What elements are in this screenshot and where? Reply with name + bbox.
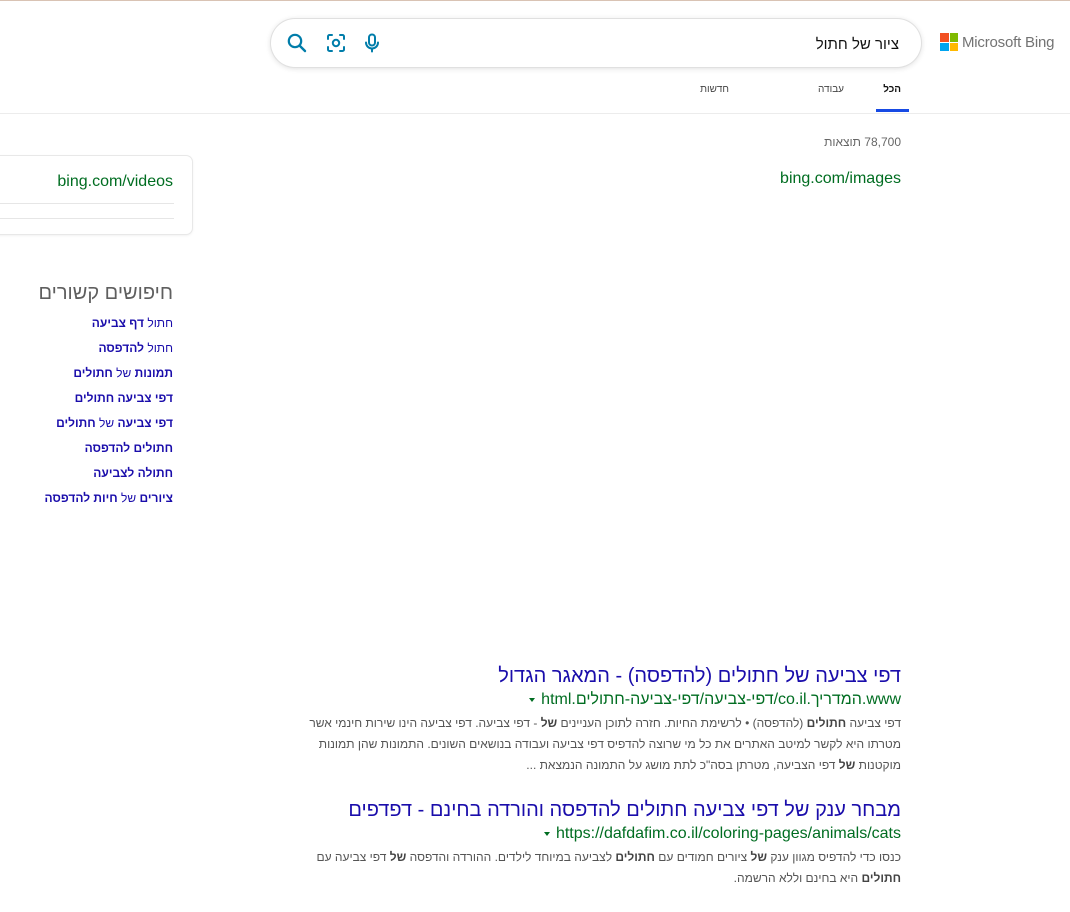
- text-segment: של: [117, 491, 140, 505]
- microphone-icon[interactable]: [360, 31, 384, 55]
- microsoft-logo-icon: [940, 33, 958, 51]
- text-segment: - דפי צביעה. דפי צביעה הינו שירות חינמי …: [309, 716, 541, 730]
- search-icon[interactable]: [285, 31, 309, 55]
- card-divider: [0, 203, 174, 204]
- active-tab-indicator: [876, 109, 909, 112]
- related-search-link[interactable]: חתולים להדפסה: [38, 440, 173, 465]
- related-search-link[interactable]: תמונות של חתולים: [38, 365, 173, 390]
- snippet-line: כנסו כדי להדפיס מגוון ענק של ציורים חמוד…: [316, 847, 901, 868]
- tab-all[interactable]: הכל: [883, 84, 901, 95]
- search-result: דפי צביעה של חתולים (להדפסה) - המאגר הגד…: [309, 663, 901, 776]
- text-segment: של: [112, 366, 135, 380]
- result-url: www.המדריך.co.il/דפי-צביעה/דפי-צביעה-חתו…: [309, 689, 901, 711]
- result-snippet: דפי צביעה חתולים (להדפסה) • לרשימת החיות…: [309, 713, 901, 776]
- highlighted-term: ציורים: [139, 491, 174, 505]
- snippet-line: חתולים היא בחינם וללא הרשמה.: [316, 868, 901, 889]
- caret-down-icon[interactable]: [529, 698, 536, 702]
- logo-text: Microsoft Bing: [962, 33, 1055, 51]
- related-search-link[interactable]: חתול להדפסה: [38, 340, 173, 365]
- highlighted-term: חתולים להדפסה: [84, 441, 173, 455]
- related-searches: חיפושים קשורים חתול דף צביעה חתול להדפסה ת…: [38, 282, 173, 515]
- highlighted-term: של: [389, 850, 407, 864]
- visual-search-icon[interactable]: [324, 31, 348, 55]
- result-url-text[interactable]: https://dafdafim.co.il/coloring-pages/an…: [556, 823, 901, 845]
- caret-down-icon[interactable]: [543, 832, 550, 836]
- highlighted-term: דפי צביעה: [117, 416, 173, 430]
- highlighted-term: דף צביעה: [91, 316, 144, 330]
- text-segment: חתול: [144, 316, 173, 330]
- images-link[interactable]: bing.com/images: [780, 170, 901, 188]
- search-input[interactable]: [427, 31, 901, 57]
- search-result: מבחר ענק של דפי צביעה חתולים להדפסה והור…: [316, 797, 901, 889]
- highlighted-term: תמונות: [134, 366, 173, 380]
- text-segment: דפי הצביעה, מטרתן בסה"כ לתת מושג על התמו…: [526, 758, 839, 772]
- snippet-line: דפי צביעה חתולים (להדפסה) • לרשימת החיות…: [309, 713, 901, 734]
- related-search-link[interactable]: ציורים של חיות להדפסה: [38, 490, 173, 515]
- highlighted-term: חתולים: [806, 716, 847, 730]
- tab-news[interactable]: חדשות: [700, 84, 729, 95]
- text-segment: (להדפסה) • לרשימת החיות. חזרה לתוכן העני…: [557, 716, 807, 730]
- highlighted-term: דפי צביעה חתולים: [74, 391, 173, 405]
- videos-link[interactable]: bing.com/videos: [57, 173, 173, 191]
- related-searches-title: חיפושים קשורים: [38, 282, 173, 304]
- related-search-link[interactable]: דפי צביעה חתולים: [38, 390, 173, 415]
- text-segment: ציורים חמודים עם: [654, 850, 751, 864]
- videos-card: bing.com/videos: [0, 156, 192, 234]
- result-count: 78,700 תוצאות: [824, 135, 901, 149]
- bing-logo[interactable]: Microsoft Bing: [940, 33, 1054, 51]
- highlighted-term: חתולים: [615, 850, 655, 864]
- highlighted-term: חתולים: [56, 416, 96, 430]
- highlighted-term: חתולים: [861, 871, 901, 885]
- text-segment: של: [95, 416, 118, 430]
- text-segment: דפי צביעה: [846, 716, 902, 730]
- highlighted-term: להדפסה: [98, 341, 144, 355]
- text-segment: מוקטנות: [855, 758, 901, 772]
- tab-work[interactable]: עבודה: [818, 84, 844, 95]
- related-search-link[interactable]: חתול דף צביעה: [38, 315, 173, 340]
- highlighted-term: חיות להדפסה: [44, 491, 118, 505]
- snippet-line: מוקטנות של דפי הצביעה, מטרתן בסה"כ לתת מ…: [309, 755, 901, 776]
- text-segment: דפי צביעה עם: [316, 850, 390, 864]
- related-search-link[interactable]: דפי צביעה של חתולים: [38, 415, 173, 440]
- related-search-link[interactable]: חתולה לצביעה: [38, 465, 173, 490]
- text-segment: היא בחינם וללא הרשמה.: [733, 871, 862, 885]
- result-url: https://dafdafim.co.il/coloring-pages/an…: [316, 823, 901, 845]
- top-accent-line: [0, 0, 1070, 1]
- snippet-line: מטרתו היא לקשר למיטב האתרים את כל מי שרו…: [309, 734, 901, 755]
- text-segment: חתול: [144, 341, 173, 355]
- card-divider: [0, 218, 174, 219]
- header-divider: [0, 113, 1070, 114]
- text-segment: מטרתו היא לקשר למיטב האתרים את כל מי שרו…: [318, 737, 901, 751]
- highlighted-term: של: [838, 758, 856, 772]
- highlighted-term: חתולים: [73, 366, 113, 380]
- related-searches-list: חתול דף צביעה חתול להדפסה תמונות של חתולים…: [38, 315, 173, 515]
- text-segment: לצביעה במיוחד לילדים. ההורדה והדפסה: [406, 850, 616, 864]
- highlighted-term: של: [540, 716, 558, 730]
- highlighted-term: חתולה לצביעה: [93, 466, 173, 480]
- result-url-text[interactable]: www.המדריך.co.il/דפי-צביעה/דפי-צביעה-חתו…: [541, 689, 901, 711]
- search-box: [271, 19, 921, 67]
- result-title[interactable]: מבחר ענק של דפי צביעה חתולים להדפסה והור…: [316, 797, 901, 823]
- highlighted-term: של: [750, 850, 768, 864]
- result-title[interactable]: דפי צביעה של חתולים (להדפסה) - המאגר הגד…: [309, 663, 901, 689]
- text-segment: כנסו כדי להדפיס מגוון ענק: [767, 850, 901, 864]
- scope-tabs: הכל עבודה חדשות: [0, 84, 1070, 114]
- result-snippet: כנסו כדי להדפיס מגוון ענק של ציורים חמוד…: [316, 847, 901, 889]
